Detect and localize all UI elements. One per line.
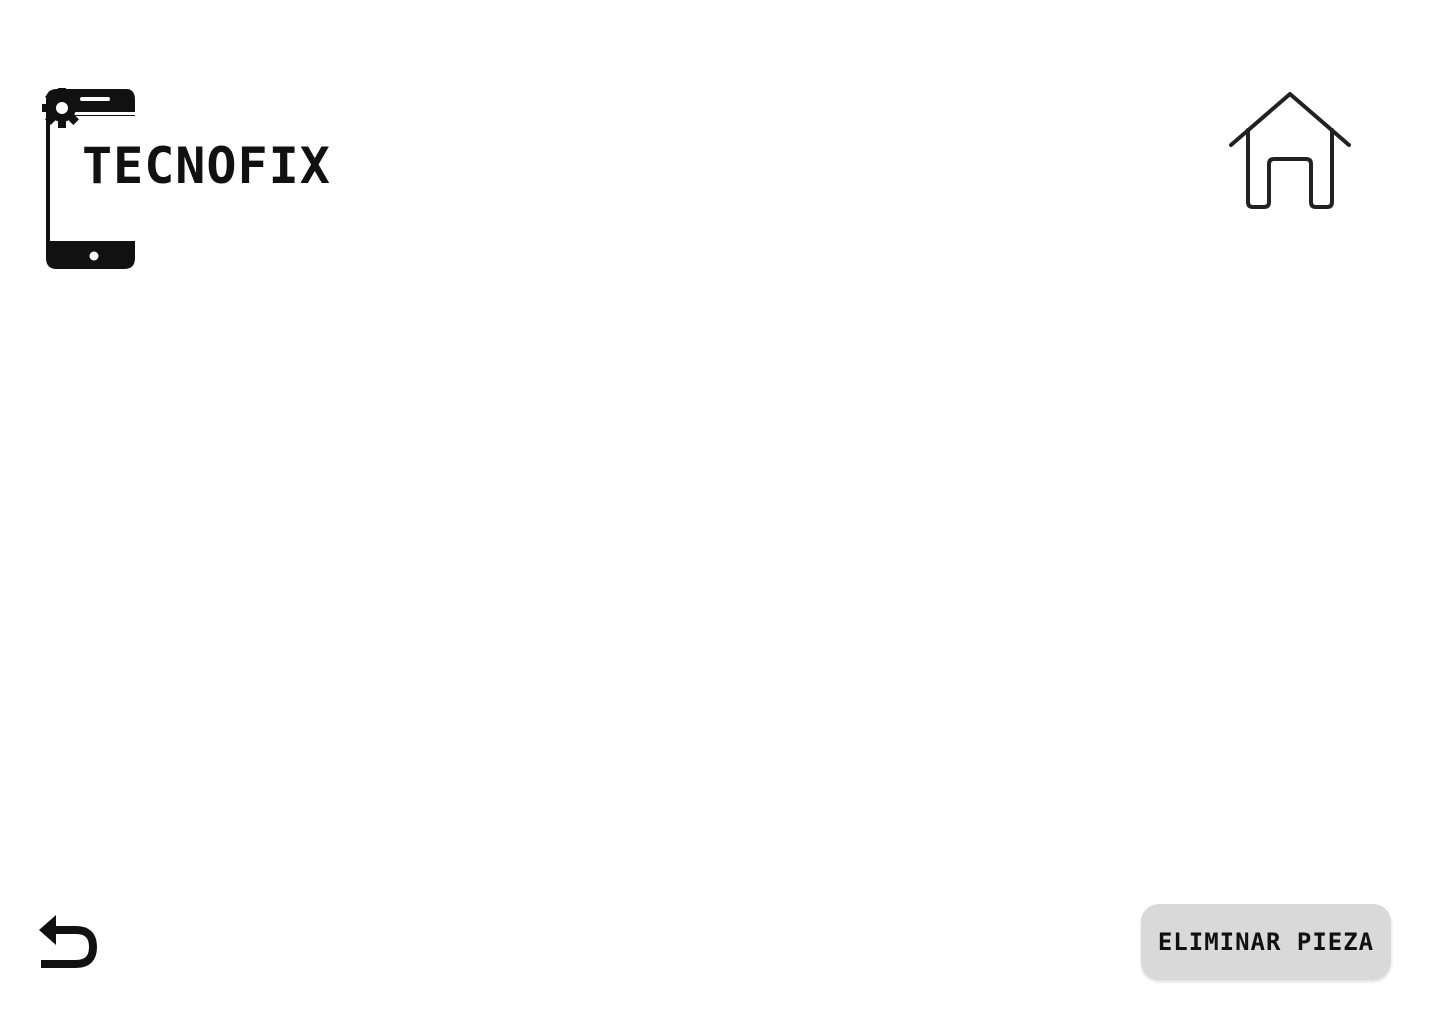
brand-logo: TECNOFIX [40,86,420,276]
brand-name: TECNOFIX [82,137,331,195]
back-arrow-icon [39,915,98,968]
home-button[interactable] [1226,88,1354,212]
delete-part-button[interactable]: ELIMINAR PIEZA [1141,904,1391,980]
page: TECNOFIX ELIMINAR PIEZA [0,0,1440,1024]
home-icon [1229,92,1351,209]
back-button[interactable] [36,910,100,974]
gear-icon [42,88,82,128]
